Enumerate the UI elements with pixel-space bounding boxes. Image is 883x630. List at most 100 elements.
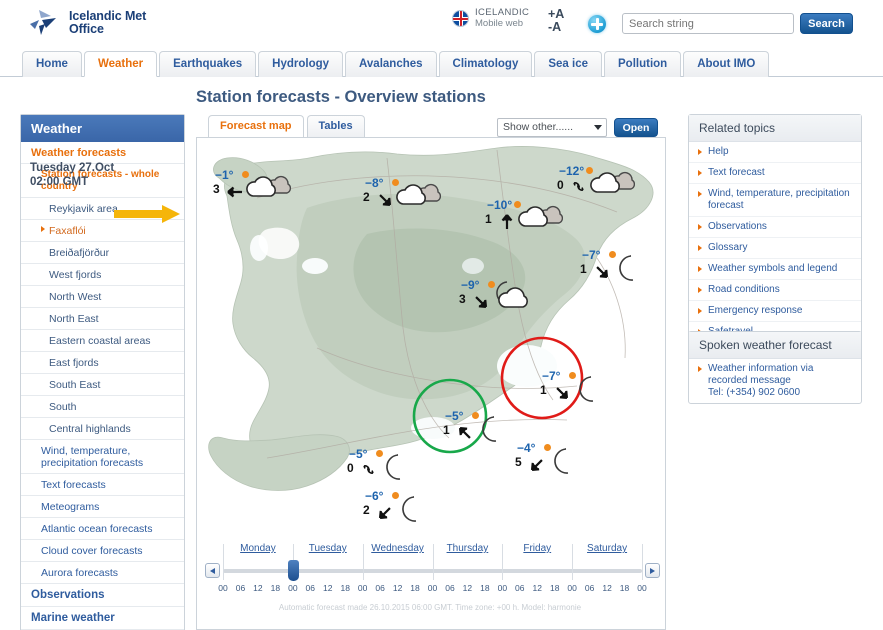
timeline-control[interactable]: Monday Tuesday Wednesday Thursday Friday Satu… [205,543,660,596]
sidebar-item-observations[interactable]: Observations [21,584,184,607]
font-decrease-button[interactable]: -A [548,21,564,34]
related-topic-label: Road conditions [708,284,780,295]
search-input[interactable] [622,13,794,34]
station-temperature: −8° [365,176,384,190]
show-other-dropdown[interactable]: Show other...... [497,118,607,137]
station-wind-speed: 0 [557,178,564,192]
station-wind-direction-icon [361,463,376,481]
nav-tab-sea-ice[interactable]: Sea ice [534,51,602,77]
sidebar-item-eastern-coastal-areas[interactable]: Eastern coastal areas [21,330,184,352]
search-button[interactable]: Search [800,13,853,34]
timeline-hour-tick: 18 [410,583,420,593]
sidebar-item-wind-temperature-precipitation-forecasts[interactable]: Wind, temperature, precipitation forecas… [21,440,184,474]
sidebar-item-cloud-cover-forecasts[interactable]: Cloud cover forecasts [21,540,184,562]
site-logo[interactable]: Icelandic Met Office [28,8,146,38]
nav-tab-home[interactable]: Home [22,51,82,77]
timeline-hour-tick: 18 [549,583,560,593]
timeline-hour-tick: 06 [584,583,595,593]
related-topic-help[interactable]: Help [689,142,861,163]
sidebar-item-central-highlands[interactable]: Central highlands [21,418,184,440]
sidebar-item-east-fjords[interactable]: East fjords [21,352,184,374]
spoken-forecast-item[interactable]: Weather information via recorded message… [689,359,861,403]
related-topic-observations[interactable]: Observations [689,217,861,238]
sidebar-item-label: Breiðafjörður [49,246,110,259]
timeline-next-button[interactable] [645,563,660,578]
sidebar-item-north-east[interactable]: North East [21,308,184,330]
station-temperature: −10° [487,198,513,212]
sidebar-item-north-west[interactable]: North West [21,286,184,308]
list-bullet-icon [698,286,702,293]
timeline-bar[interactable] [205,544,660,582]
station-wind-direction-icon [554,385,570,406]
nav-tab-avalanches[interactable]: Avalanches [345,51,437,77]
nav-tab-climatology[interactable]: Climatology [438,51,533,77]
sidebar-item-west-fjords[interactable]: West fjords [21,264,184,286]
nav-tab-hydrology[interactable]: Hydrology [258,51,344,77]
content-tab-tables[interactable]: Tables [306,115,365,137]
sidebar-item-marine-weather[interactable]: Marine weather [21,607,184,630]
related-topic-emergency-response[interactable]: Emergency response [689,301,861,322]
related-topic-glossary[interactable]: Glossary [689,238,861,259]
timeline-day-wednesday[interactable]: Wednesday [363,543,433,554]
timeline-day-saturday[interactable]: Saturday [572,543,642,554]
timeline-handle[interactable] [287,560,299,581]
sidebar-item-label: South East [49,378,101,391]
nav-tab-earthquakes[interactable]: Earthquakes [159,51,257,77]
show-other-label: Show other...... [503,121,574,133]
forecast-caption: Automatic forecast made 26.10.2015 06:00… [278,603,582,612]
timeline-hours: 00 06 12 18 00 06 12 18 00 06 12 18 00 06 12 18 00 06 12 18… [205,583,660,596]
font-size-controls[interactable]: +A -A [548,8,564,34]
related-topic-weather-symbols-and-legend[interactable]: Weather symbols and legend [689,259,861,280]
sidebar-item-label: Cloud cover forecasts [41,544,143,557]
timeline-hour-tick: 06 [235,583,246,593]
content-tab-forecast-map[interactable]: Forecast map [208,115,304,137]
station-wind-speed: 3 [459,292,466,306]
sidebar-item-text-forecasts[interactable]: Text forecasts [21,474,184,496]
station-temperature: −7° [582,248,601,262]
weather-symbol-cloud-icon [245,170,292,205]
timeline-day-friday[interactable]: Friday [502,543,572,554]
sidebar-item-meteograms[interactable]: Meteograms [21,496,184,518]
accessibility-plus-icon[interactable] [588,15,606,33]
related-topic-label: Glossary [708,242,748,253]
nav-tab-weather[interactable]: Weather [83,51,158,77]
station-wind-speed: 3 [213,182,220,196]
station-wind-speed: 5 [515,455,522,469]
timeline-prev-button[interactable] [205,563,220,578]
sidebar-item-south[interactable]: South [21,396,184,418]
related-topic-wind-temperature-precipitation-forecast[interactable]: Wind, temperature, precipitation forecas… [689,184,861,217]
related-topic-text-forecast[interactable]: Text forecast [689,163,861,184]
sidebar-item-brei-afj-r-ur[interactable]: Breiðafjörður [21,242,184,264]
nav-tab-pollution[interactable]: Pollution [604,51,682,77]
timeline-hour-tick: 18 [270,583,281,593]
timeline-hour-tick: 00 [637,583,647,593]
timeline-hour-tick: 00 [427,583,438,593]
sidebar-item-aurora-forecasts[interactable]: Aurora forecasts [21,562,184,584]
sidebar-item-label: Text forecasts [41,478,106,491]
sidebar-item-label: Weather forecasts [31,146,127,159]
sidebar-item-label: West fjords [49,268,102,281]
timeline-day-tuesday[interactable]: Tuesday [293,543,363,554]
timeline-hour-tick: 00 [497,583,508,593]
language-label: ICELANDIC Mobile web [475,7,530,29]
timeline-day-separator [572,544,574,580]
timeline-day-separator [362,544,364,580]
station-wind-speed: 2 [363,503,370,517]
timeline-day-thursday[interactable]: Thursday [433,543,503,554]
station-temperature: −7° [542,369,561,383]
station-wind-speed: 1 [540,383,547,397]
related-topic-road-conditions[interactable]: Road conditions [689,280,861,301]
open-button[interactable]: Open [614,118,658,137]
language-switch[interactable]: ICELANDIC Mobile web [452,7,530,29]
list-bullet-icon [698,244,702,251]
station-wind-speed: 1 [443,423,450,437]
sidebar-item-label: Observations [31,589,105,601]
nav-tab-about-imo[interactable]: About IMO [683,51,770,77]
timeline-day-monday[interactable]: Monday [223,543,293,554]
timeline-hour-tick: 12 [532,583,542,593]
sidebar-item-south-east[interactable]: South East [21,374,184,396]
imo-logo-icon [28,8,62,38]
sidebar-item-atlantic-ocean-forecasts[interactable]: Atlantic ocean forecasts [21,518,184,540]
timeline-hour-tick: 06 [375,583,385,593]
weather-symbol-moon-cloud-icon [491,280,533,315]
